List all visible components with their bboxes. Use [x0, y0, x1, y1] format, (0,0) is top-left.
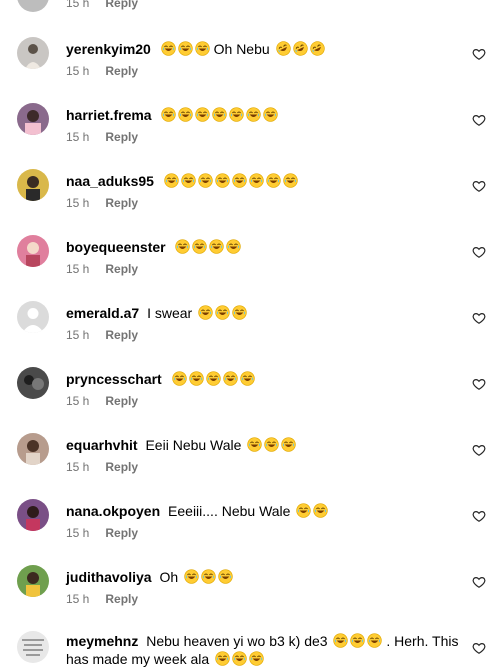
avatar[interactable] — [17, 301, 49, 333]
heart-outline-icon[interactable] — [472, 575, 486, 589]
comment-time: 15 h — [66, 460, 90, 474]
username[interactable]: judithavoliya — [66, 569, 152, 585]
emoji-group — [162, 173, 298, 189]
comment-body: Oh Nebu — [213, 41, 270, 57]
emoji-group — [182, 569, 233, 585]
avatar[interactable] — [17, 367, 49, 399]
heart-outline-icon[interactable] — [472, 113, 486, 127]
username[interactable]: naa_aduks95 — [66, 173, 154, 189]
comment-time: 15 h — [66, 328, 90, 342]
avatar[interactable] — [17, 0, 49, 12]
heart-outline-icon[interactable] — [472, 443, 486, 457]
comment-text: naa_aduks95 — [66, 172, 466, 190]
comment-meta: 15 h Reply — [66, 526, 138, 540]
heart-outline-icon[interactable] — [472, 47, 486, 61]
comment-time: 15 h — [66, 262, 90, 276]
heart-outline-icon[interactable] — [472, 641, 486, 655]
heart-outline-icon[interactable] — [472, 311, 486, 325]
comment-meta: 15 h Reply — [66, 64, 138, 78]
reply-button[interactable]: Reply — [105, 64, 138, 78]
comment-text: equarhvhit Eeii Nebu Wale — [66, 436, 466, 454]
reply-button[interactable]: Reply — [105, 592, 138, 606]
comment-body-line1-suffix: . Herh. This — [386, 633, 459, 649]
comment-text: meymehnz Nebu heaven yi wo b3 k) de3 . H… — [66, 632, 461, 668]
comment-text: yerenkyim20 Oh Nebu — [66, 40, 466, 58]
comment-text: harriet.frema — [66, 106, 466, 124]
heart-outline-icon[interactable] — [472, 179, 486, 193]
avatar[interactable] — [17, 433, 49, 465]
emoji-group — [213, 651, 264, 667]
comment-body-line1: Nebu heaven yi wo b3 k) de3 — [146, 633, 328, 649]
comment-time: 15 h — [66, 196, 90, 210]
username[interactable]: boyequeenster — [66, 239, 166, 255]
emoji-group — [170, 371, 255, 387]
reply-button[interactable]: Reply — [105, 196, 138, 210]
emoji-group — [331, 633, 383, 649]
username[interactable]: pryncesschart — [66, 371, 162, 387]
comment-time: 15 h — [66, 394, 90, 408]
reply-button[interactable]: Reply — [105, 262, 138, 276]
comment-time: 15 h — [66, 130, 90, 144]
comment-body: Eeii Nebu Wale — [145, 437, 242, 453]
comment-body: I swear — [147, 305, 193, 321]
comment-meta: 15 h Reply — [66, 130, 138, 144]
emoji-group — [245, 437, 297, 453]
comment-time: 15 h — [66, 526, 90, 540]
emoji-group — [294, 503, 329, 519]
comment-body: Eeeiii.... Nebu Wale — [168, 503, 291, 519]
comment-time: 15 h — [66, 64, 90, 78]
avatar[interactable] — [17, 37, 49, 69]
reply-button[interactable]: Reply — [105, 0, 138, 10]
comments-feed: 15 h Reply yerenkyim20 Oh Nebu 15 h Repl… — [0, 0, 494, 672]
username[interactable]: harriet.frema — [66, 107, 152, 123]
comment-meta: 15 h Reply — [66, 460, 138, 474]
comment-body: Oh — [159, 569, 179, 585]
reply-button[interactable]: Reply — [105, 130, 138, 144]
comment-meta: 15 h Reply — [66, 196, 138, 210]
comment-meta: 15 h Reply — [66, 592, 138, 606]
comment-meta: 15 h Reply — [66, 262, 138, 276]
comment-text: nana.okpoyen Eeeiii.... Nebu Wale — [66, 502, 466, 520]
heart-outline-icon[interactable] — [472, 377, 486, 391]
username[interactable]: yerenkyim20 — [66, 41, 151, 57]
comment-body-line2: has made my week ala — [66, 651, 210, 667]
emoji-group — [159, 107, 279, 123]
emoji-group — [159, 41, 210, 57]
comment-text: boyequeenster — [66, 238, 466, 256]
comment-meta: 15 h Reply — [66, 328, 138, 342]
comment-meta: 15 h Reply — [66, 0, 138, 10]
emoji-group — [196, 305, 247, 321]
comment-meta: 15 h Reply — [66, 394, 138, 408]
username[interactable]: equarhvhit — [66, 437, 138, 453]
reply-button[interactable]: Reply — [105, 526, 138, 540]
comment-time: 15 h — [66, 592, 90, 606]
comment-text: judithavoliya Oh — [66, 568, 466, 586]
reply-button[interactable]: Reply — [105, 328, 138, 342]
avatar[interactable] — [17, 499, 49, 531]
avatar[interactable] — [17, 169, 49, 201]
avatar[interactable] — [17, 103, 49, 135]
emoji-group — [173, 239, 242, 255]
comment-time: 15 h — [66, 0, 90, 10]
comment-text: emerald.a7 I swear — [66, 304, 466, 322]
reply-button[interactable]: Reply — [105, 460, 138, 474]
username[interactable]: nana.okpoyen — [66, 503, 160, 519]
reply-button[interactable]: Reply — [105, 394, 138, 408]
username[interactable]: meymehnz — [66, 633, 138, 649]
heart-outline-icon[interactable] — [472, 509, 486, 523]
avatar[interactable] — [17, 565, 49, 597]
heart-outline-icon[interactable] — [472, 245, 486, 259]
avatar[interactable] — [17, 235, 49, 267]
comment-text: pryncesschart — [66, 370, 466, 388]
emoji-group — [274, 41, 325, 57]
avatar[interactable] — [17, 631, 49, 663]
username[interactable]: emerald.a7 — [66, 305, 139, 321]
